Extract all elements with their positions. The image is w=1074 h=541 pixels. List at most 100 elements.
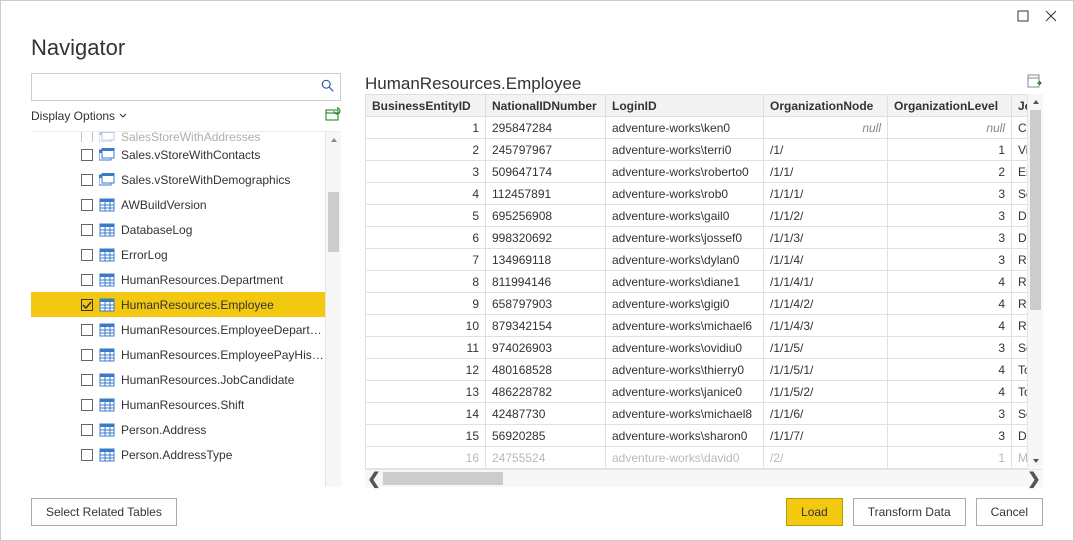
tree-item[interactable]: AWBuildVersion [31, 192, 325, 217]
tree-item[interactable]: HumanResources.EmployeePayHistory [31, 342, 325, 367]
tree-checkbox[interactable] [81, 199, 93, 211]
table-cell: adventure-works\terri0 [606, 139, 764, 161]
table-cell: /1/1/7/ [764, 425, 888, 447]
tree-item[interactable]: Person.AddressType [31, 442, 325, 467]
view-icon [99, 132, 115, 142]
column-header[interactable]: JobTitle [1012, 95, 1028, 117]
table-icon [99, 348, 115, 362]
navigator-tree[interactable]: SalesStoreWithAddressesSales.vStoreWithC… [31, 132, 325, 487]
tree-checkbox[interactable] [81, 224, 93, 236]
cancel-button[interactable]: Cancel [976, 498, 1043, 526]
refresh-icon[interactable] [325, 107, 341, 126]
table-row[interactable]: 1556920285adventure-works\sharon0/1/1/7/… [366, 425, 1028, 447]
preview-options-icon[interactable] [1027, 73, 1043, 94]
table-row[interactable]: 7134969118adventure-works\dylan0/1/1/4/3… [366, 249, 1028, 271]
table-row[interactable]: 1442487730adventure-works\michael8/1/1/6… [366, 403, 1028, 425]
tree-item[interactable]: HumanResources.Department [31, 267, 325, 292]
column-header[interactable]: OrganizationNode [764, 95, 888, 117]
table-cell: 3 [888, 337, 1012, 359]
table-icon [99, 398, 115, 412]
table-icon [99, 323, 115, 337]
table-cell: /1/1/4/ [764, 249, 888, 271]
table-cell: 695256908 [486, 205, 606, 227]
table-cell: 5 [366, 205, 486, 227]
table-row[interactable]: 1624755524adventure-works\david0/2/1Ma [366, 447, 1028, 469]
tree-scrollbar[interactable] [325, 132, 341, 487]
tree-item[interactable]: HumanResources.EmployeeDepartmen... [31, 317, 325, 342]
tree-item[interactable]: ErrorLog [31, 242, 325, 267]
table-cell: 11 [366, 337, 486, 359]
tree-checkbox[interactable] [81, 249, 93, 261]
select-related-tables-button[interactable]: Select Related Tables [31, 498, 177, 526]
data-grid[interactable]: BusinessEntityIDNationalIDNumberLoginIDO… [365, 94, 1027, 469]
tree-item[interactable]: HumanResources.Shift [31, 392, 325, 417]
table-cell: Sen [1012, 183, 1028, 205]
tree-checkbox[interactable] [81, 299, 93, 311]
table-cell: null [764, 117, 888, 139]
tree-item[interactable]: Sales.vStoreWithDemographics [31, 167, 325, 192]
table-row[interactable]: 8811994146adventure-works\diane1/1/1/4/1… [366, 271, 1028, 293]
tree-checkbox[interactable] [81, 449, 93, 461]
display-options-dropdown[interactable]: Display Options [31, 109, 127, 123]
table-cell: Chie [1012, 117, 1028, 139]
table-cell: /1/1/5/2/ [764, 381, 888, 403]
table-cell: 6 [366, 227, 486, 249]
tree-checkbox[interactable] [81, 132, 93, 142]
table-cell: /1/1/5/1/ [764, 359, 888, 381]
search-input[interactable] [31, 73, 341, 101]
preview-title: HumanResources.Employee [365, 74, 581, 94]
load-button[interactable]: Load [786, 498, 843, 526]
column-header[interactable]: NationalIDNumber [486, 95, 606, 117]
table-cell: 134969118 [486, 249, 606, 271]
table-cell: 42487730 [486, 403, 606, 425]
transform-data-button[interactable]: Transform Data [853, 498, 966, 526]
search-icon[interactable] [321, 79, 335, 98]
table-cell: 658797903 [486, 293, 606, 315]
table-row[interactable]: 12480168528adventure-works\thierry0/1/1/… [366, 359, 1028, 381]
table-cell: Vice [1012, 139, 1028, 161]
table-row[interactable]: 3509647174adventure-works\roberto0/1/1/2… [366, 161, 1028, 183]
tree-checkbox[interactable] [81, 274, 93, 286]
tree-checkbox[interactable] [81, 424, 93, 436]
tree-checkbox[interactable] [81, 399, 93, 411]
table-cell: Res [1012, 271, 1028, 293]
tree-item[interactable]: SalesStoreWithAddresses [31, 132, 325, 142]
table-cell: 56920285 [486, 425, 606, 447]
table-cell: Res [1012, 293, 1028, 315]
table-cell: 811994146 [486, 271, 606, 293]
column-header[interactable]: LoginID [606, 95, 764, 117]
tree-checkbox[interactable] [81, 349, 93, 361]
table-icon [99, 298, 115, 312]
maximize-button[interactable] [1009, 5, 1037, 27]
table-row[interactable]: 4112457891adventure-works\rob0/1/1/1/3Se… [366, 183, 1028, 205]
table-cell: 245797967 [486, 139, 606, 161]
table-cell: /1/1/2/ [764, 205, 888, 227]
table-cell: Sen [1012, 403, 1028, 425]
tree-item[interactable]: DatabaseLog [31, 217, 325, 242]
tree-checkbox[interactable] [81, 174, 93, 186]
table-row[interactable]: 13486228782adventure-works\janice0/1/1/5… [366, 381, 1028, 403]
tree-item-label: HumanResources.EmployeeDepartmen... [121, 323, 325, 337]
column-header[interactable]: BusinessEntityID [366, 95, 486, 117]
tree-item[interactable]: HumanResources.JobCandidate [31, 367, 325, 392]
column-header[interactable]: OrganizationLevel [888, 95, 1012, 117]
table-row[interactable]: 6998320692adventure-works\jossef0/1/1/3/… [366, 227, 1028, 249]
tree-item[interactable]: HumanResources.Employee [31, 292, 325, 317]
tree-item-label: AWBuildVersion [121, 198, 207, 212]
table-row[interactable]: 10879342154adventure-works\michael6/1/1/… [366, 315, 1028, 337]
table-cell: adventure-works\janice0 [606, 381, 764, 403]
table-row[interactable]: 11974026903adventure-works\ovidiu0/1/1/5… [366, 337, 1028, 359]
table-row[interactable]: 5695256908adventure-works\gail0/1/1/2/3D… [366, 205, 1028, 227]
table-row[interactable]: 9658797903adventure-works\gigi0/1/1/4/2/… [366, 293, 1028, 315]
tree-checkbox[interactable] [81, 149, 93, 161]
tree-checkbox[interactable] [81, 324, 93, 336]
table-row[interactable]: 1295847284adventure-works\ken0nullnullCh… [366, 117, 1028, 139]
tree-item[interactable]: Sales.vStoreWithContacts [31, 142, 325, 167]
table-row[interactable]: 2245797967adventure-works\terri0/1/1Vice [366, 139, 1028, 161]
close-button[interactable] [1037, 5, 1065, 27]
table-cell: 480168528 [486, 359, 606, 381]
tree-item[interactable]: Person.Address [31, 417, 325, 442]
tree-checkbox[interactable] [81, 374, 93, 386]
tree-item-label: HumanResources.Shift [121, 398, 244, 412]
grid-vertical-scrollbar[interactable] [1027, 94, 1043, 469]
